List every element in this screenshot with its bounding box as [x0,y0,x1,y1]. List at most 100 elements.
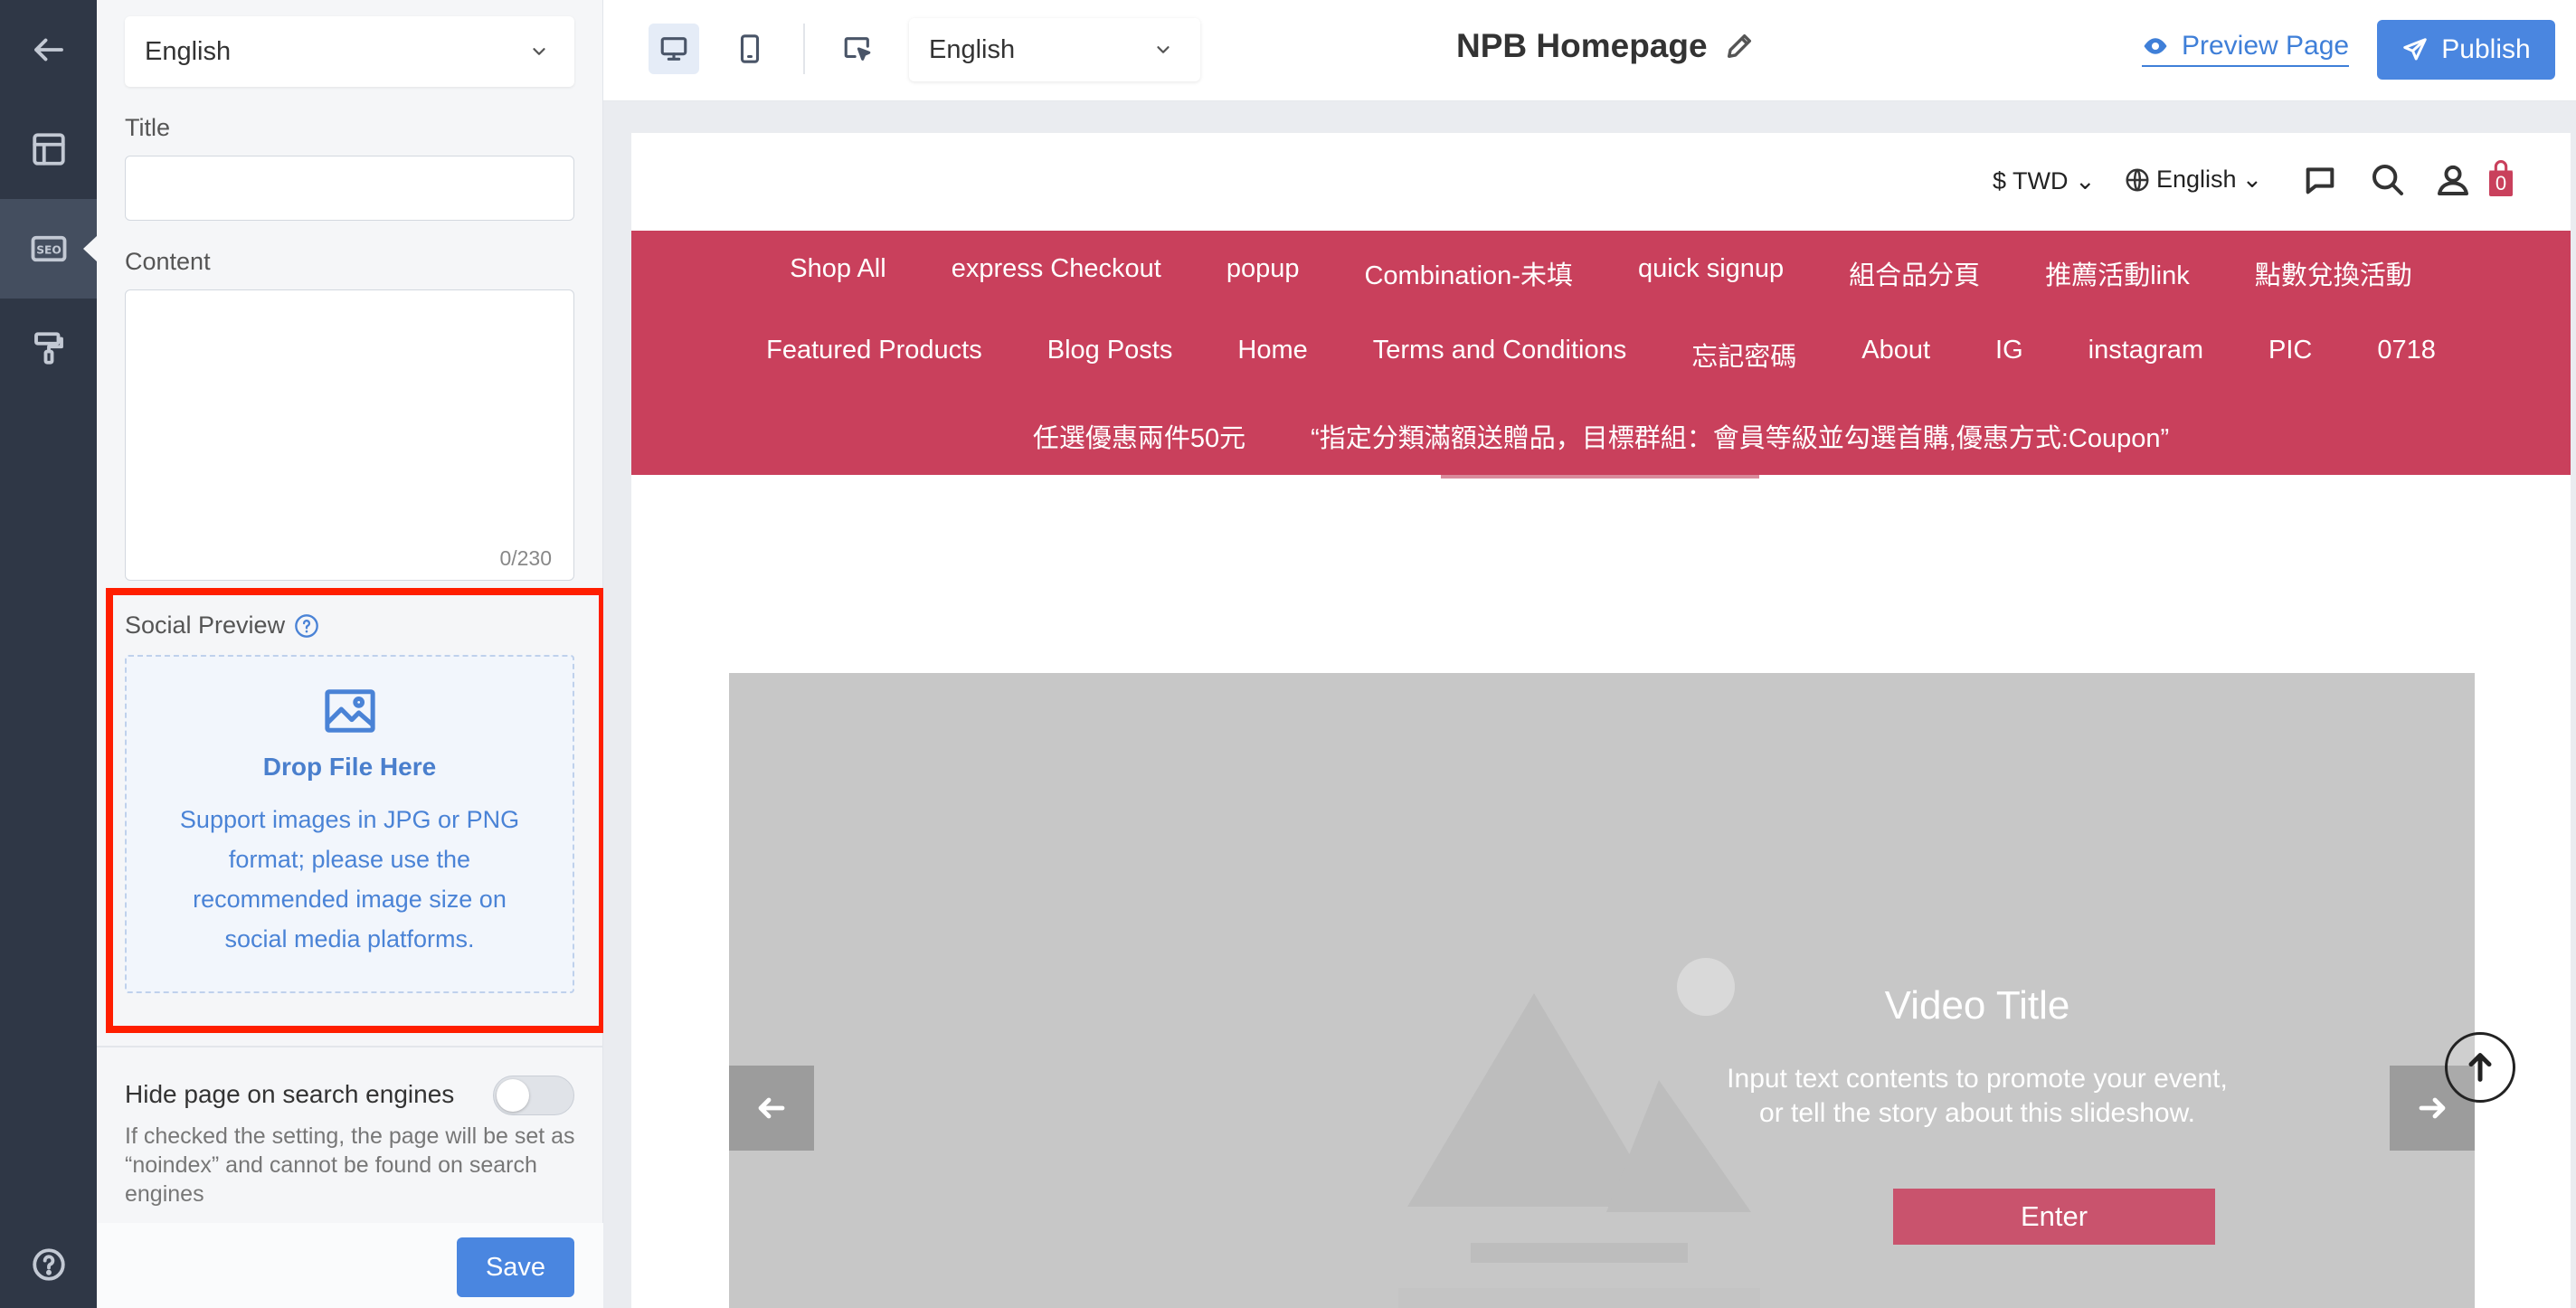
drop-file-title: Drop File Here [262,753,437,781]
layout-button[interactable] [0,100,97,199]
panel-divider [97,1046,603,1047]
nav-item[interactable]: About [1861,336,1930,374]
hide-search-toggle[interactable] [493,1076,574,1115]
nav-item[interactable]: Shop All [790,254,886,292]
nav-item[interactable]: express Checkout [952,254,1161,292]
social-preview-dropzone[interactable]: Drop File Here Support images in JPG or … [125,655,574,993]
preview-page-link[interactable]: Preview Page [2142,31,2350,67]
site-nav-bar: Shop All express Checkout popup Combination… [631,231,2571,475]
nav-item[interactable]: Terms and Conditions [1373,336,1626,374]
toggle-knob [497,1079,529,1112]
drop-file-description: Support images in JPG or PNG format; ple… [179,806,520,953]
image-icon [324,689,375,733]
slide-description-line: Input text contents to promote your even… [1727,1064,2228,1094]
content-textarea[interactable]: 0/230 [125,289,574,581]
back-icon [33,38,63,62]
site-header: $ TWD ⌄ English ⌄ 0 [631,133,2571,231]
pencil-icon[interactable] [1724,31,1755,62]
desktop-icon [660,37,687,61]
mobile-icon [740,34,760,63]
globe-icon [2126,168,2149,191]
nav-item[interactable]: 0718 [2377,336,2436,374]
nav-item[interactable]: IG [1995,336,2023,374]
nav-row: 任選優惠兩件50元 “指定分類滿額送贈品，目標群組：會員等級並勾選首購,優惠方式:… [631,417,2571,455]
slide-description-line: or tell the story about this slideshow. [1759,1098,2195,1128]
nav-item[interactable]: Blog Posts [1047,336,1173,374]
arrow-up-icon [2468,1053,2492,1082]
send-icon [2403,38,2428,61]
cart-count-badge: 0 [2489,171,2513,196]
layout-icon [32,133,65,166]
question-icon[interactable] [294,613,319,639]
toolbar-separator [803,24,805,74]
seo-icon: SEO [31,235,66,262]
currency-selector[interactable]: $ TWD ⌄ [1993,167,2096,195]
chevron-down-icon [533,48,545,55]
page-title-text: NPB Homepage [1456,27,1708,64]
nav-item[interactable]: instagram [2088,336,2203,374]
panel-language-value: English [145,36,232,66]
select-element-button[interactable] [832,24,883,74]
desktop-view-button[interactable] [649,24,699,74]
save-button[interactable]: Save [457,1237,574,1297]
nav-item[interactable]: 忘記密碼 [1691,336,1796,374]
slide-title: Video Title [1884,983,2070,1028]
slide-enter-button[interactable]: Enter [1893,1189,2215,1245]
content-char-counter: 0/230 [499,546,552,570]
arrow-left-icon [758,1097,785,1119]
nav-item[interactable]: 任選優惠兩件50元 [1033,417,1245,455]
social-preview-label: Social Preview [125,611,319,640]
slide-description: Input text contents to promote your even… [1706,1062,2249,1131]
preview-page-label: Preview Page [2182,31,2350,61]
seo-badge-text: SEO [36,243,62,256]
nav-item[interactable]: 點數兌換活動 [2255,254,2412,292]
panel-language-select[interactable]: English [125,16,574,87]
nav-item[interactable]: popup [1226,254,1300,292]
title-input[interactable] [125,156,574,221]
site-language-value: English [2156,166,2237,193]
site-language-selector[interactable]: English ⌄ [2124,166,2262,194]
help-button[interactable] [0,1215,97,1308]
publish-label: Publish [2441,34,2531,64]
help-icon [32,1248,65,1281]
preview-language-select[interactable]: English [909,18,1200,81]
nav-item[interactable]: “指定分類滿額送贈品，目標群組：會員等級並勾選首購,優惠方式:Coupon” [1311,417,2169,455]
user-icon[interactable] [2435,162,2471,198]
nav-row: Featured Products Blog Posts Home Terms and… [631,336,2571,374]
mobile-view-button[interactable] [724,24,775,74]
content-label: Content [125,248,211,275]
scroll-to-top-button[interactable] [2445,1032,2515,1103]
editor-topbar: English NPB Homepage Preview Page Publis… [603,0,2576,101]
nav-row: Shop All express Checkout popup Combination… [631,254,2571,292]
page-title: NPB Homepage [1456,27,1755,65]
hide-search-description: If checked the setting, the page will be… [125,1123,575,1207]
paint-roller-icon [33,332,63,365]
nav-item[interactable]: quick signup [1638,254,1784,292]
seo-button[interactable]: SEO [0,199,98,299]
nav-item[interactable]: Combination-未填 [1364,254,1572,292]
nav-item[interactable]: Featured Products [766,336,982,374]
search-icon[interactable] [2370,162,2406,198]
nav-item[interactable]: Home [1237,336,1307,374]
back-button[interactable] [0,0,97,100]
style-button[interactable] [0,299,97,398]
left-rail: SEO [0,0,98,1308]
publish-button[interactable]: Publish [2377,20,2555,80]
eye-icon [2144,38,2167,54]
nav-item[interactable]: 推薦活動link [2045,254,2190,292]
nav-underline-strip [1441,475,1759,479]
nav-item[interactable]: 組合品分頁 [1849,254,1980,292]
chevron-down-icon [1157,46,1170,53]
seo-settings-panel: English Title Content 0/230 Social Previ… [97,0,606,1308]
hero-slideshow: Video Title Input text contents to promo… [729,673,2475,1308]
title-label: Title [125,114,171,141]
slide-prev-button[interactable] [729,1066,814,1151]
hide-search-label: Hide page on search engines [125,1080,455,1108]
chat-icon[interactable] [2302,162,2338,198]
currency-value: $ TWD [1993,167,2069,194]
arrow-right-icon [2419,1097,2446,1119]
site-preview: $ TWD ⌄ English ⌄ 0 Shop All express Chec… [631,133,2571,1308]
cursor-select-icon [844,37,871,61]
nav-item[interactable]: PIC [2268,336,2312,374]
preview-language-value: English [929,34,1016,64]
